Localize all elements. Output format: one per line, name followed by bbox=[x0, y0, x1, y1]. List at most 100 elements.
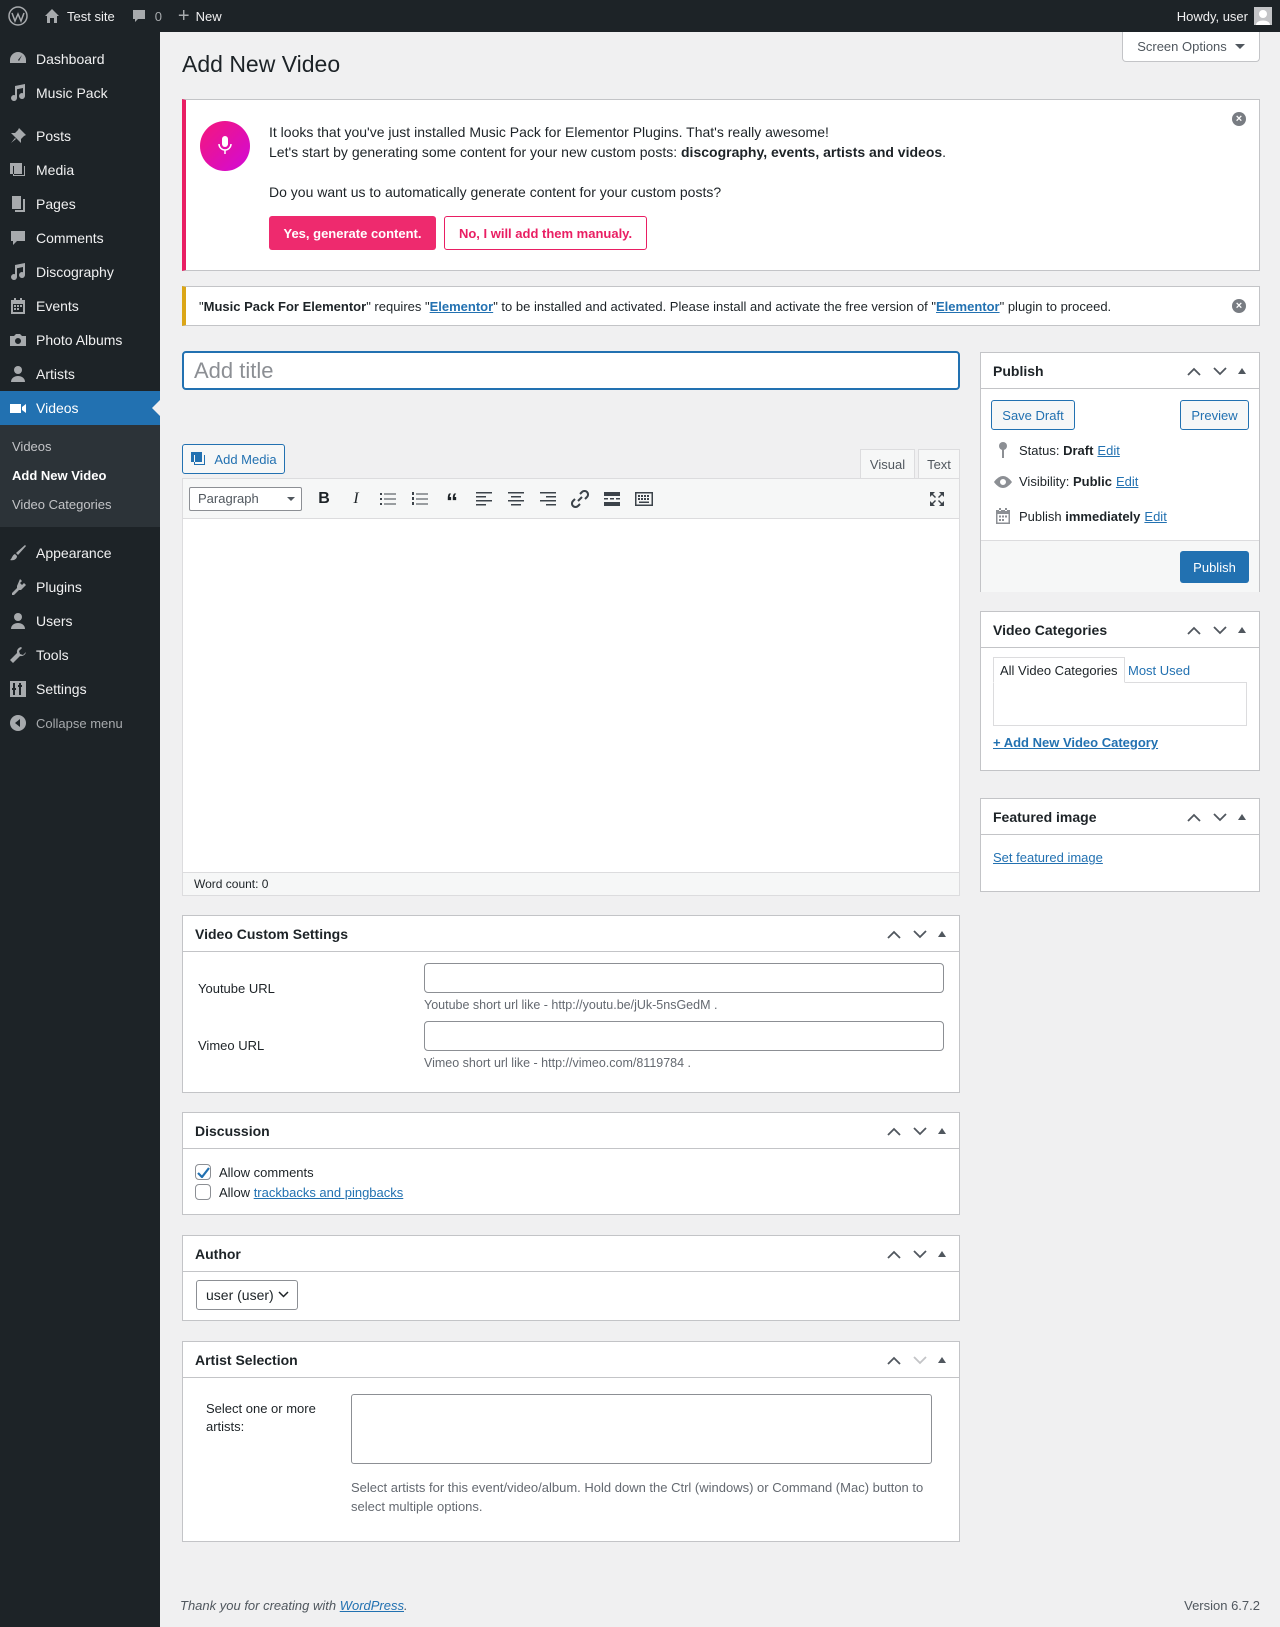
format-select[interactable]: Paragraph bbox=[189, 486, 302, 511]
author-select[interactable]: user (user) bbox=[196, 1280, 298, 1310]
box-title: Video Categories bbox=[993, 621, 1108, 638]
eye-icon bbox=[993, 475, 1013, 489]
blockquote-icon[interactable]: “ bbox=[436, 484, 468, 514]
submenu-item-videos[interactable]: Videos bbox=[0, 432, 160, 461]
site-name-link[interactable]: Test site bbox=[36, 0, 123, 32]
sidebar-item-users[interactable]: Users bbox=[0, 604, 160, 638]
sidebar-item-comments[interactable]: Comments bbox=[0, 221, 160, 255]
toggle-triangle-icon[interactable] bbox=[933, 1236, 951, 1272]
sidebar-item-plugins[interactable]: Plugins bbox=[0, 570, 160, 604]
tab-most-used[interactable]: Most Used bbox=[1128, 657, 1190, 683]
dismiss-notice-icon[interactable]: × bbox=[1232, 112, 1246, 126]
chevron-down-icon[interactable] bbox=[1207, 612, 1233, 648]
my-account-link[interactable]: Howdy, user bbox=[1177, 7, 1280, 25]
box-title: Featured image bbox=[993, 808, 1097, 825]
sidebar-item-posts[interactable]: Posts bbox=[0, 119, 160, 153]
chevron-down-icon[interactable] bbox=[1207, 353, 1233, 389]
add-category-link[interactable]: + Add New Video Category bbox=[993, 735, 1158, 750]
vimeo-url-input[interactable] bbox=[424, 1021, 944, 1051]
sidebar-item-tools[interactable]: Tools bbox=[0, 638, 160, 672]
generate-content-button[interactable]: Yes, generate content. bbox=[269, 216, 436, 250]
elementor-link[interactable]: Elementor bbox=[936, 299, 1000, 314]
chevron-up-icon[interactable] bbox=[1181, 353, 1207, 389]
sidebar-item-videos[interactable]: Videos bbox=[0, 391, 160, 425]
chevron-up-icon[interactable] bbox=[881, 916, 907, 952]
wordpress-link[interactable]: WordPress bbox=[340, 1598, 404, 1613]
sidebar-item-music-pack[interactable]: Music Pack bbox=[0, 76, 160, 110]
toggle-triangle-icon[interactable] bbox=[1233, 612, 1251, 648]
tab-all-categories[interactable]: All Video Categories bbox=[993, 657, 1125, 683]
edit-status-link[interactable]: Edit bbox=[1097, 443, 1119, 458]
edit-visibility-link[interactable]: Edit bbox=[1116, 474, 1138, 489]
box-title: Discussion bbox=[195, 1122, 270, 1139]
toggle-triangle-icon[interactable] bbox=[1233, 353, 1251, 389]
trackbacks-link[interactable]: trackbacks and pingbacks bbox=[254, 1185, 404, 1200]
sidebar-item-settings[interactable]: Settings bbox=[0, 672, 160, 706]
chevron-up-icon[interactable] bbox=[1181, 612, 1207, 648]
youtube-url-input[interactable] bbox=[424, 963, 944, 993]
align-right-icon[interactable] bbox=[532, 484, 564, 514]
submenu-item-add-new-video[interactable]: Add New Video bbox=[0, 461, 160, 490]
bullet-list-icon[interactable] bbox=[372, 484, 404, 514]
sidebar-item-events[interactable]: Events bbox=[0, 289, 160, 323]
chevron-down-icon[interactable] bbox=[907, 916, 933, 952]
chevron-up-icon[interactable] bbox=[1181, 799, 1207, 835]
publish-button[interactable]: Publish bbox=[1180, 551, 1249, 583]
tab-visual[interactable]: Visual bbox=[860, 449, 915, 479]
box-title: Publish bbox=[993, 362, 1044, 379]
chevron-down-icon[interactable] bbox=[907, 1342, 933, 1378]
chevron-up-icon[interactable] bbox=[881, 1342, 907, 1378]
chevron-up-icon[interactable] bbox=[881, 1236, 907, 1272]
post-title-input[interactable]: Add title bbox=[182, 351, 960, 390]
elementor-link[interactable]: Elementor bbox=[430, 299, 494, 314]
sidebar-item-dashboard[interactable]: Dashboard bbox=[0, 42, 160, 76]
align-center-icon[interactable] bbox=[500, 484, 532, 514]
new-content-link[interactable]: + New bbox=[170, 0, 230, 32]
footer-thanks: Thank you for creating with WordPress. bbox=[180, 1598, 408, 1613]
allow-trackbacks-checkbox[interactable] bbox=[195, 1184, 211, 1200]
edit-date-link[interactable]: Edit bbox=[1144, 509, 1166, 524]
wordpress-logo-icon[interactable] bbox=[0, 0, 36, 32]
sidebar-item-artists[interactable]: Artists bbox=[0, 357, 160, 391]
numbered-list-icon[interactable] bbox=[404, 484, 436, 514]
collapse-menu-button[interactable]: Collapse menu bbox=[0, 706, 160, 740]
tab-text[interactable]: Text bbox=[918, 449, 960, 479]
toggle-triangle-icon[interactable] bbox=[933, 916, 951, 952]
dismiss-notice-icon[interactable]: × bbox=[1232, 299, 1246, 313]
submenu-item-video-categories[interactable]: Video Categories bbox=[0, 490, 160, 519]
align-left-icon[interactable] bbox=[468, 484, 500, 514]
toolbar-toggle-icon[interactable] bbox=[628, 484, 660, 514]
read-more-icon[interactable] bbox=[596, 484, 628, 514]
artist-multiselect[interactable] bbox=[351, 1394, 932, 1464]
settings-icon bbox=[8, 679, 28, 699]
pin-icon bbox=[8, 126, 28, 146]
toggle-triangle-icon[interactable] bbox=[933, 1113, 951, 1149]
chevron-down-icon[interactable] bbox=[1207, 799, 1233, 835]
sidebar-item-appearance[interactable]: Appearance bbox=[0, 536, 160, 570]
bold-icon[interactable]: B bbox=[308, 484, 340, 514]
sidebar-item-pages[interactable]: Pages bbox=[0, 187, 160, 221]
chevron-down-icon[interactable] bbox=[907, 1113, 933, 1149]
add-media-button[interactable]: Add Media bbox=[182, 444, 285, 474]
sidebar-item-photo-albums[interactable]: Photo Albums bbox=[0, 323, 160, 357]
publish-date-row: Publish immediately Edit bbox=[993, 507, 1167, 525]
comments-link[interactable]: 0 bbox=[123, 0, 170, 32]
fullscreen-icon[interactable] bbox=[921, 484, 953, 514]
admin-sidebar: Dashboard Music Pack Posts Media Pages C… bbox=[0, 32, 160, 1627]
set-featured-image-link[interactable]: Set featured image bbox=[993, 850, 1103, 865]
manual-content-button[interactable]: No, I will add them manualy. bbox=[444, 216, 647, 250]
italic-icon[interactable]: I bbox=[340, 484, 372, 514]
sidebar-item-discography[interactable]: Discography bbox=[0, 255, 160, 289]
save-draft-button[interactable]: Save Draft bbox=[991, 400, 1075, 430]
preview-button[interactable]: Preview bbox=[1180, 400, 1249, 430]
youtube-url-help: Youtube short url like - http://youtu.be… bbox=[424, 998, 718, 1012]
toggle-triangle-icon[interactable] bbox=[933, 1342, 951, 1378]
allow-comments-checkbox[interactable] bbox=[195, 1164, 211, 1180]
toggle-triangle-icon[interactable] bbox=[1233, 799, 1251, 835]
sidebar-item-media[interactable]: Media bbox=[0, 153, 160, 187]
link-icon[interactable] bbox=[564, 484, 596, 514]
chevron-down-icon[interactable] bbox=[907, 1236, 933, 1272]
chevron-up-icon[interactable] bbox=[881, 1113, 907, 1149]
editor-body[interactable] bbox=[183, 519, 959, 872]
screen-options-button[interactable]: Screen Options bbox=[1122, 32, 1260, 62]
